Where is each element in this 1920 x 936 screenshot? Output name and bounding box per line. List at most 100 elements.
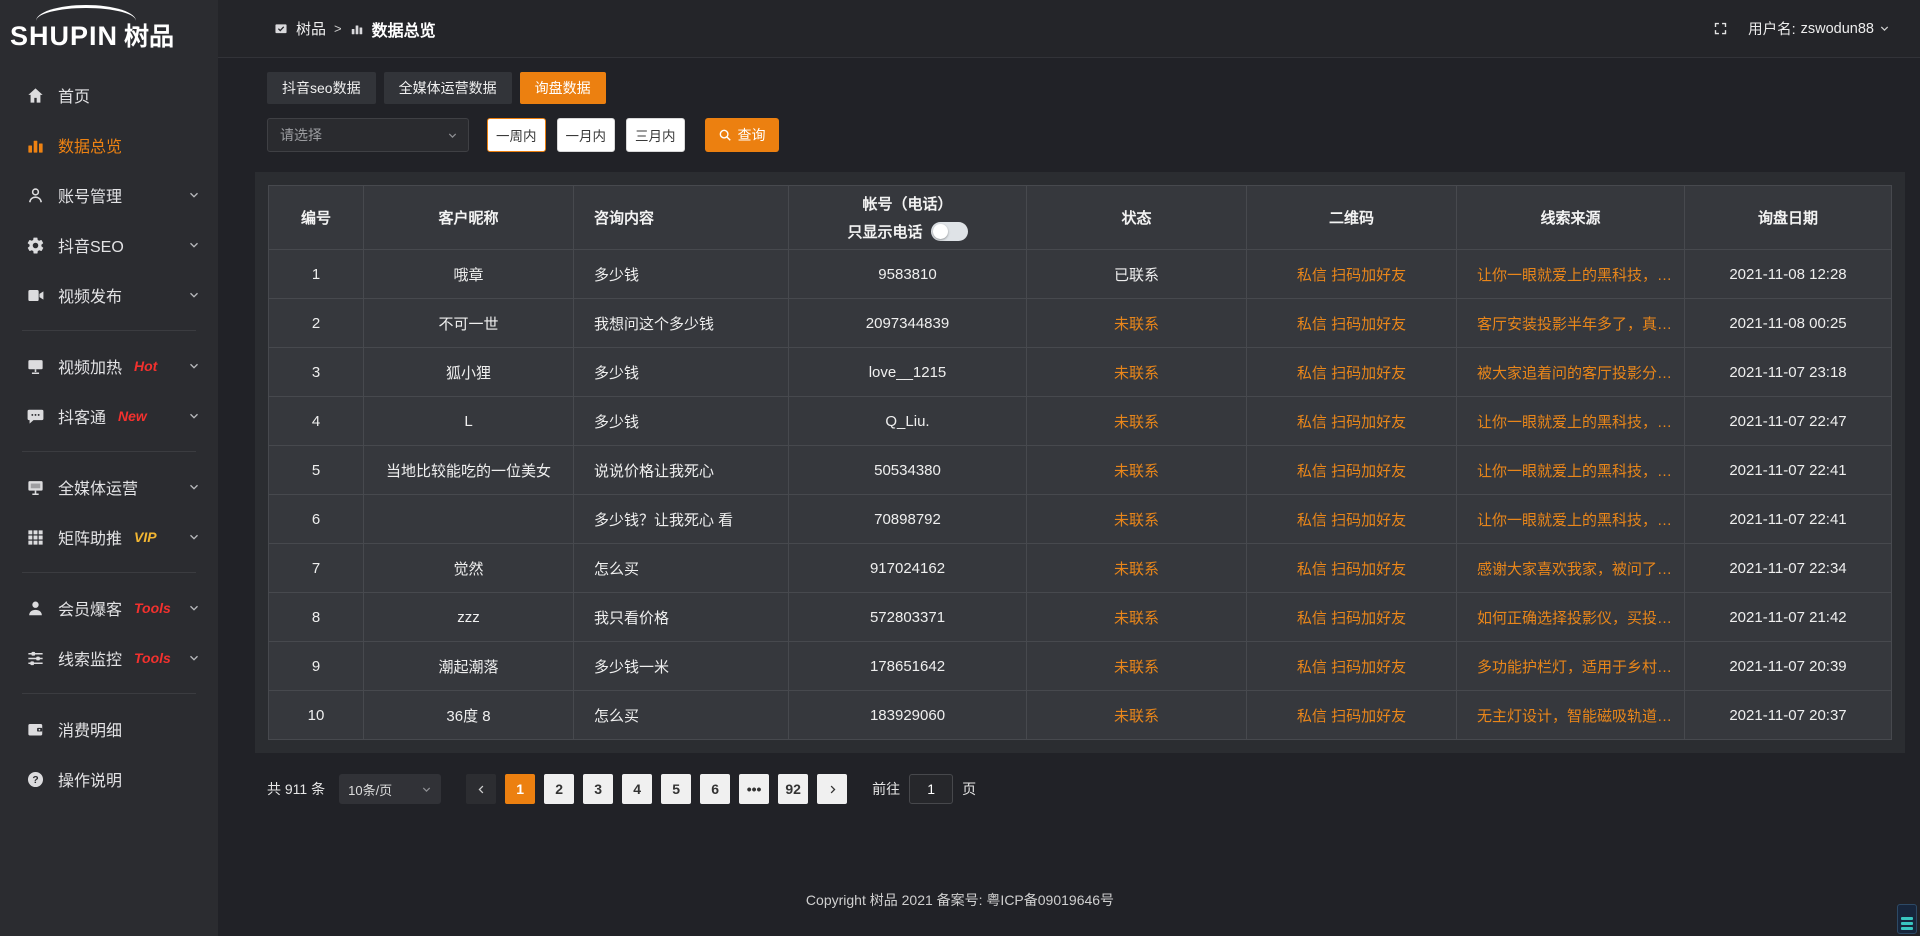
range-button-one-week[interactable]: 一周内 — [487, 118, 546, 152]
page-button-3[interactable]: 3 — [583, 774, 613, 804]
sidebar: SHUPIN 树品 首页数据总览账号管理抖音SEO视频发布视频加热Hot抖客通N… — [0, 0, 218, 936]
chevron-down-icon — [188, 652, 200, 664]
sidebar-item-data-overview[interactable]: 数据总览 — [0, 120, 218, 170]
sidebar-item-video-publish[interactable]: 视频发布 — [0, 270, 218, 320]
tab-douyin-seo-data[interactable]: 抖音seo数据 — [267, 72, 376, 104]
sidebar-item-video-boost[interactable]: 视频加热Hot — [0, 341, 218, 391]
search-icon — [718, 128, 732, 142]
chevron-down-icon — [447, 130, 458, 141]
cell-id: 4 — [269, 397, 364, 446]
cell-qrcode[interactable]: 私信 扫码加好友 — [1247, 250, 1457, 299]
col-header-date: 询盘日期 — [1685, 186, 1892, 250]
cell-content: 多少钱 — [574, 397, 789, 446]
range-button-three-months[interactable]: 三月内 — [626, 118, 685, 152]
tab-omnimedia-data[interactable]: 全媒体运营数据 — [384, 72, 512, 104]
page-button-2[interactable]: 2 — [544, 774, 574, 804]
menu-badge: Hot — [134, 358, 157, 374]
sidebar-item-label: 会员爆客 — [58, 596, 122, 620]
page-button-92[interactable]: 92 — [778, 774, 808, 804]
cell-qrcode[interactable]: 私信 扫码加好友 — [1247, 642, 1457, 691]
chat-icon — [25, 406, 45, 426]
user-menu[interactable]: 用户名: zswodun88 — [1748, 18, 1890, 39]
cell-date: 2021-11-07 22:41 — [1685, 495, 1892, 544]
sidebar-item-label: 抖音SEO — [58, 233, 124, 257]
logo-arc — [36, 5, 136, 21]
sidebar-item-doukertong[interactable]: 抖客通New — [0, 391, 218, 441]
table-row: 9潮起潮落多少钱一米178651642未联系私信 扫码加好友多功能护栏灯，适用于… — [269, 642, 1892, 691]
cell-source[interactable]: 多功能护栏灯，适用于乡村文... — [1457, 642, 1685, 691]
cell-source[interactable]: 让你一眼就爱上的黑科技，能... — [1457, 495, 1685, 544]
filter-select[interactable]: 请选择 — [267, 118, 469, 152]
sidebar-item-omnimedia-operation[interactable]: 全媒体运营 — [0, 462, 218, 512]
pagination: 共 911 条 10条/页 123456•••92 前往 页 — [267, 774, 1905, 804]
cell-date: 2021-11-07 22:34 — [1685, 544, 1892, 593]
prev-page-button[interactable] — [466, 774, 496, 804]
cell-source[interactable]: 感谢大家喜欢我家，被问了好... — [1457, 544, 1685, 593]
page-button-4[interactable]: 4 — [622, 774, 652, 804]
cell-source[interactable]: 客厅安装投影半年多了，真实... — [1457, 299, 1685, 348]
toggle-knob — [933, 224, 948, 239]
cell-content: 多少钱？让我死心 看 — [574, 495, 789, 544]
bar-chart-icon — [350, 22, 364, 36]
goto-page-input[interactable] — [909, 774, 953, 804]
cell-qrcode[interactable]: 私信 扫码加好友 — [1247, 397, 1457, 446]
page-button-5[interactable]: 5 — [661, 774, 691, 804]
page-button-6[interactable]: 6 — [700, 774, 730, 804]
cell-qrcode[interactable]: 私信 扫码加好友 — [1247, 495, 1457, 544]
cell-date: 2021-11-07 23:18 — [1685, 348, 1892, 397]
chevron-down-icon — [188, 602, 200, 614]
cell-account: 183929060 — [789, 691, 1027, 740]
sidebar-item-account-management[interactable]: 账号管理 — [0, 170, 218, 220]
cell-date: 2021-11-08 12:28 — [1685, 250, 1892, 299]
sidebar-item-douyin-seo[interactable]: 抖音SEO — [0, 220, 218, 270]
search-button[interactable]: 查询 — [705, 118, 779, 152]
search-button-label: 查询 — [738, 125, 766, 145]
chevron-down-icon — [188, 360, 200, 372]
sidebar-item-matrix-boost[interactable]: 矩阵助推VIP — [0, 512, 218, 562]
next-page-button[interactable] — [817, 774, 847, 804]
cell-source[interactable]: 无主灯设计，智能磁吸轨道灯... — [1457, 691, 1685, 740]
sidebar-item-label: 矩阵助推 — [58, 525, 122, 549]
cell-id: 10 — [269, 691, 364, 740]
phone-only-toggle[interactable] — [931, 222, 968, 241]
cell-source[interactable]: 让你一眼就爱上的黑科技，能... — [1457, 446, 1685, 495]
tab-inquiry-data[interactable]: 询盘数据 — [520, 72, 606, 104]
cell-source[interactable]: 让你一眼就爱上的黑科技，能... — [1457, 397, 1685, 446]
cell-source[interactable]: 让你一眼就爱上的黑科技，能... — [1457, 250, 1685, 299]
range-button-one-month[interactable]: 一月内 — [557, 118, 616, 152]
cell-qrcode[interactable]: 私信 扫码加好友 — [1247, 691, 1457, 740]
sidebar-divider — [22, 451, 196, 452]
menu-badge: Tools — [134, 650, 171, 666]
col-header-id: 编号 — [269, 186, 364, 250]
chevron-right-icon — [827, 784, 838, 795]
chevron-down-icon — [188, 189, 200, 201]
cell-source[interactable]: 被大家追着问的客厅投影分享... — [1457, 348, 1685, 397]
phone-only-label: 只显示电话 — [847, 221, 922, 242]
member-icon — [25, 598, 45, 618]
cell-source[interactable]: 如何正确选择投影仪，买投影... — [1457, 593, 1685, 642]
cell-qrcode[interactable]: 私信 扫码加好友 — [1247, 544, 1457, 593]
sidebar-item-expense-detail[interactable]: 消费明细 — [0, 704, 218, 754]
chevron-down-icon — [188, 289, 200, 301]
floating-widget-icon[interactable] — [1897, 904, 1917, 934]
cell-account: 572803371 — [789, 593, 1027, 642]
sidebar-item-label: 抖客通 — [58, 404, 106, 428]
sidebar-divider — [22, 330, 196, 331]
cell-qrcode[interactable]: 私信 扫码加好友 — [1247, 593, 1457, 642]
breadcrumb-root[interactable]: 树品 — [296, 18, 326, 39]
sidebar-divider — [22, 693, 196, 694]
cell-qrcode[interactable]: 私信 扫码加好友 — [1247, 446, 1457, 495]
chevron-down-icon — [188, 531, 200, 543]
page-size-select[interactable]: 10条/页 — [339, 774, 441, 804]
page-button-1[interactable]: 1 — [505, 774, 535, 804]
cell-qrcode[interactable]: 私信 扫码加好友 — [1247, 299, 1457, 348]
sidebar-item-member-burst[interactable]: 会员爆客Tools — [0, 583, 218, 633]
sidebar-item-lead-monitor[interactable]: 线索监控Tools — [0, 633, 218, 683]
page-ellipsis[interactable]: ••• — [739, 774, 769, 804]
cell-id: 6 — [269, 495, 364, 544]
filter-bar: 请选择 一周内一月内三月内 查询 — [267, 118, 1905, 152]
sidebar-item-operation-guide[interactable]: ?操作说明 — [0, 754, 218, 804]
fullscreen-icon[interactable] — [1713, 21, 1728, 36]
sidebar-item-home[interactable]: 首页 — [0, 70, 218, 120]
cell-qrcode[interactable]: 私信 扫码加好友 — [1247, 348, 1457, 397]
